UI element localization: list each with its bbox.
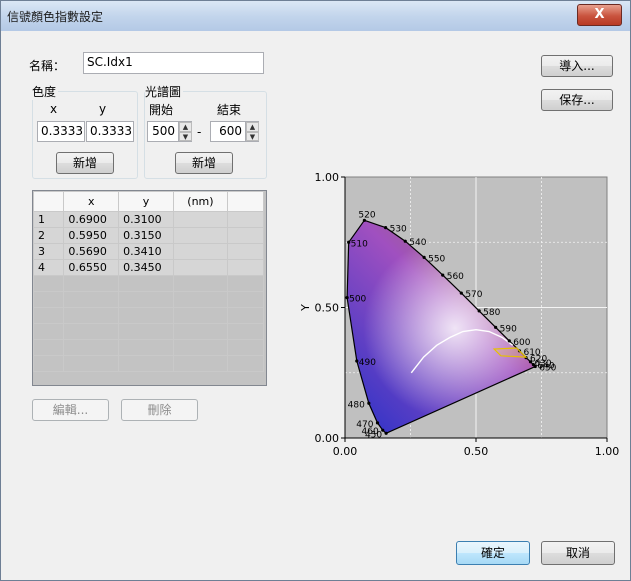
locus-point: [459, 291, 463, 295]
spectrum-end-label: 結束: [217, 103, 242, 117]
locus-point: [528, 360, 533, 364]
locus-point: [381, 428, 385, 432]
wavelength-label: 570: [465, 290, 482, 300]
cancel-button[interactable]: 取消: [541, 541, 615, 565]
coordinate-table: x y (nm) 1 0.6900 0.3100 2 0.5950 0.3150 3 0.…: [33, 191, 264, 372]
wavelength-label: 480: [348, 400, 365, 410]
row-number: 1: [33, 211, 65, 228]
name-input[interactable]: SC.Idx1: [83, 52, 264, 74]
x-tick-label: 1.00: [595, 445, 620, 458]
wavelength-label: 650: [539, 363, 556, 373]
import-button[interactable]: 導入...: [541, 55, 613, 77]
chromaticity-group-label: 色度: [32, 83, 59, 100]
wavelength-label: 560: [447, 272, 464, 282]
cell-x: 0.6900: [63, 211, 120, 228]
locus-point: [403, 239, 407, 243]
wavelength-label: 540: [409, 238, 426, 248]
chromaticity-diagram: 4504604704804905005105205305405505605705…: [299, 171, 620, 458]
locus-point: [441, 273, 445, 277]
table-header: x: [63, 191, 120, 212]
delete-button[interactable]: 刪除: [121, 399, 198, 421]
row-number: 2: [33, 227, 65, 244]
y-tick-label: 0.50: [315, 302, 340, 315]
table-row[interactable]: 4 0.6550 0.3450: [33, 259, 264, 276]
chromaticity-y-label: y: [99, 102, 107, 116]
wavelength-label: 500: [349, 295, 366, 305]
locus-point: [384, 226, 388, 230]
cell-y: 0.3450: [118, 259, 174, 276]
spectrum-start-spinner[interactable]: ▲ ▼: [178, 122, 192, 141]
table-row[interactable]: 1 0.6900 0.3100: [33, 211, 264, 228]
table-header: [33, 191, 65, 212]
title-bar[interactable]: 信號顏色指數設定 X: [1, 1, 630, 31]
locus-point: [384, 431, 388, 435]
wavelength-label: 600: [513, 338, 530, 348]
cell-x: 0.6550: [63, 259, 120, 276]
window-title: 信號顏色指數設定: [7, 10, 104, 24]
y-tick-label: 1.00: [315, 171, 340, 184]
y-axis-label: Y: [299, 304, 312, 312]
table-header: (nm): [172, 191, 229, 212]
locus-point: [422, 255, 426, 259]
row-number: 3: [33, 243, 65, 260]
chromaticity-x-label: x: [50, 102, 58, 116]
cell-y: 0.3410: [118, 243, 174, 260]
x-tick-label: 0.00: [333, 445, 358, 458]
cell-y: 0.3100: [118, 211, 174, 228]
wavelength-label: 530: [390, 225, 407, 235]
locus-point: [507, 339, 511, 343]
spectrum-end-spinner[interactable]: ▲ ▼: [245, 122, 259, 141]
wavelength-label: 510: [351, 239, 368, 249]
spectrum-add-button[interactable]: 新增: [175, 152, 233, 174]
y-tick-label: 0.00: [315, 432, 340, 445]
edit-button[interactable]: 編輯...: [32, 399, 109, 421]
x-tick-label: 0.50: [464, 445, 489, 458]
wavelength-label: 490: [359, 358, 376, 368]
spectrum-start-label: 開始: [149, 103, 174, 117]
table-header: y: [118, 191, 174, 212]
save-button[interactable]: 保存...: [541, 89, 613, 111]
table-row[interactable]: 2 0.5950 0.3150: [33, 227, 264, 244]
wavelength-label: 580: [483, 308, 500, 318]
chromaticity-add-button[interactable]: 新增: [56, 152, 114, 174]
wavelength-label: 590: [500, 324, 517, 334]
wavelength-label: 550: [428, 254, 445, 264]
table-header: [227, 191, 264, 212]
close-button[interactable]: X: [577, 4, 622, 26]
coordinate-list[interactable]: x y (nm) 1 0.6900 0.3100 2 0.5950 0.3150 3 0.…: [32, 190, 267, 386]
name-label: 名稱：: [29, 59, 66, 73]
dialog-window: 信號顏色指數設定 X 名稱： SC.Idx1 色度 x y 0.3333 0.3…: [0, 0, 631, 581]
spectrum-group-label: 光譜圖: [145, 83, 184, 100]
cell-x: 0.5690: [63, 243, 120, 260]
locus-point: [375, 421, 380, 425]
locus-point: [494, 325, 498, 329]
table-row[interactable]: 3 0.5690 0.3410: [33, 243, 264, 260]
chromaticity-x-input[interactable]: 0.3333: [37, 121, 85, 142]
ok-button[interactable]: 確定: [456, 541, 530, 565]
cell-x: 0.5950: [63, 227, 120, 244]
chromaticity-y-input[interactable]: 0.3333: [86, 121, 134, 142]
locus-point: [477, 309, 481, 313]
cell-y: 0.3150: [118, 227, 174, 244]
row-number: 4: [33, 259, 65, 276]
wavelength-label: 470: [356, 420, 373, 430]
locus-point: [367, 401, 371, 405]
locus-point: [533, 364, 537, 369]
spectrum-separator: -: [197, 125, 202, 139]
wavelength-label: 520: [358, 210, 375, 220]
